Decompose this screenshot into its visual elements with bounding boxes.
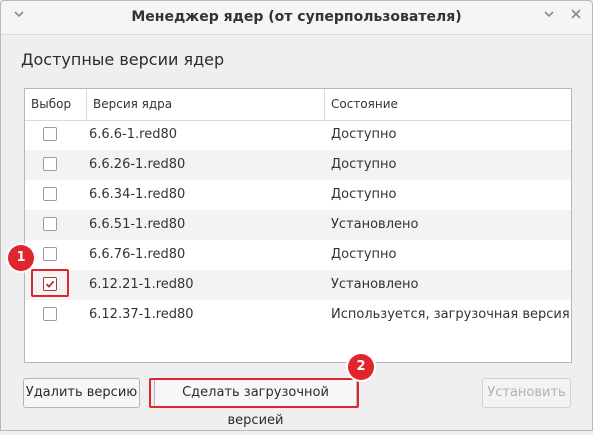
table-row[interactable]: 6.6.76-1.red80 Доступно	[25, 240, 571, 270]
table-row-selected[interactable]: 6.12.21-1.red80 Установлено	[25, 270, 571, 300]
kernel-version: 6.6.26-1.red80	[89, 157, 186, 172]
table-row[interactable]: 6.6.51-1.red80 Установлено	[25, 210, 571, 240]
kernel-status: Доступно	[331, 127, 397, 142]
table-row[interactable]: 6.6.6-1.red80 Доступно	[25, 120, 571, 150]
row-checkbox[interactable]	[43, 247, 57, 261]
kernel-manager-window: Менеджер ядер (от суперпользователя) Дос…	[0, 0, 593, 431]
row-checkbox[interactable]	[43, 127, 57, 141]
section-title: Доступные версии ядер	[21, 50, 225, 69]
table-header: Выбор Версия ядра Состояние	[25, 89, 571, 121]
column-header-select[interactable]: Выбор	[25, 89, 86, 120]
close-icon[interactable]	[567, 8, 585, 26]
kernel-status: Доступно	[331, 187, 397, 202]
window-title: Менеджер ядер (от суперпользователя)	[131, 9, 462, 25]
row-checkbox[interactable]	[43, 157, 57, 171]
remove-version-button[interactable]: Удалить версию	[23, 378, 140, 408]
column-header-status[interactable]: Состояние	[324, 89, 571, 120]
kernel-status: Используется, загрузочная версия	[331, 307, 570, 322]
kernel-status: Доступно	[331, 247, 397, 262]
table-row[interactable]: 6.12.37-1.red80 Используется, загрузочна…	[25, 300, 571, 330]
kernel-versions-table: Выбор Версия ядра Состояние 6.6.6-1.red8…	[24, 88, 572, 363]
row-checkbox[interactable]	[43, 307, 57, 321]
checkbox-highlight	[31, 269, 69, 297]
step-badge-1: 1	[8, 245, 34, 271]
kernel-status: Установлено	[331, 277, 419, 292]
row-checkbox[interactable]	[43, 217, 57, 231]
kernel-status: Доступно	[331, 157, 397, 172]
titlebar: Менеджер ядер (от суперпользователя)	[1, 1, 592, 35]
step-badge-2: 2	[348, 354, 374, 380]
kernel-version: 6.6.34-1.red80	[89, 187, 186, 202]
kernel-version: 6.12.21-1.red80	[89, 277, 194, 292]
kernel-version: 6.12.37-1.red80	[89, 307, 194, 322]
kernel-version: 6.6.6-1.red80	[89, 127, 178, 142]
row-checkbox[interactable]	[43, 187, 57, 201]
install-button[interactable]: Установить	[482, 378, 571, 408]
table-row[interactable]: 6.6.26-1.red80 Доступно	[25, 150, 571, 180]
kernel-version: 6.6.51-1.red80	[89, 217, 186, 232]
table-row[interactable]: 6.6.34-1.red80 Доступно	[25, 180, 571, 210]
minimize-icon[interactable]	[540, 8, 558, 26]
kernel-version: 6.6.76-1.red80	[89, 247, 186, 262]
button-highlight	[149, 378, 359, 408]
column-header-version[interactable]: Версия ядра	[86, 89, 324, 120]
kernel-status: Установлено	[331, 217, 419, 232]
